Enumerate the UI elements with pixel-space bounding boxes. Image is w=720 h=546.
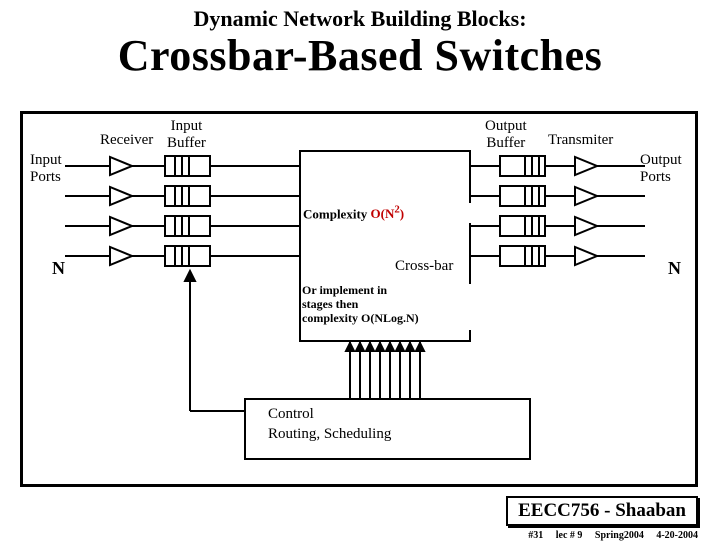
n-right: N — [668, 258, 681, 279]
n-left: N — [52, 258, 65, 279]
footer-date: 4-20-2004 — [656, 530, 698, 541]
label-control: Control — [268, 406, 314, 423]
label-output-ports: Output Ports — [640, 152, 682, 185]
footer-course: EECC756 - Shaaban — [506, 496, 698, 526]
label-input-ports: Input Ports — [30, 152, 62, 185]
implement-annotation: Or implement in stages then complexity O… — [302, 284, 472, 330]
footer-slide: #31 — [528, 530, 543, 541]
label-input-buffer: Input Buffer — [167, 118, 206, 151]
complexity-prefix: Complexity — [303, 206, 371, 221]
label-receiver: Receiver — [100, 132, 153, 149]
slide: Dynamic Network Building Blocks: Crossba… — [0, 6, 720, 546]
title-small: Dynamic Network Building Blocks: — [0, 6, 720, 32]
label-transmitter: Transmiter — [548, 132, 613, 149]
title-large: Crossbar-Based Switches — [0, 30, 720, 81]
complexity-annotation: Complexity O(N2) — [302, 203, 472, 223]
footer-term: Spring2004 — [595, 530, 644, 541]
footer-meta: #31 lec # 9 Spring2004 4-20-2004 — [518, 530, 698, 541]
complexity-main: O(N2) — [371, 206, 405, 221]
label-routing: Routing, Scheduling — [268, 426, 391, 443]
footer-lec: lec # 9 — [556, 530, 583, 541]
label-output-buffer: Output Buffer — [485, 118, 527, 151]
label-crossbar: Cross-bar — [395, 258, 453, 275]
